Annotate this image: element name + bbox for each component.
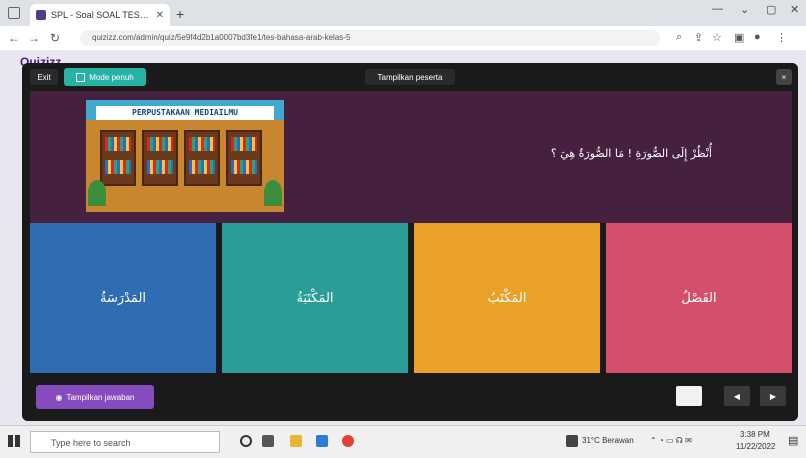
bookmark-icon[interactable]: ☆ — [712, 31, 722, 44]
toggle-control[interactable] — [676, 386, 702, 406]
modal-header: Exit Mode penuh Tampilkan peserta × — [22, 63, 798, 91]
share-icon[interactable]: ⇪ — [694, 31, 703, 44]
show-participants-button[interactable]: Tampilkan peserta — [365, 69, 455, 85]
clock-time: 3:38 PM — [740, 430, 770, 439]
show-answer-button[interactable]: ◉ Tampilkan jawaban — [36, 385, 154, 409]
taskbar-search-input[interactable]: Type here to search — [30, 431, 220, 453]
chrome-icon[interactable] — [342, 435, 354, 447]
tab-title: SPL - Soal SOAL TEST Bahasa — [51, 10, 151, 20]
browser-tab-strip: SPL - Soal SOAL TEST Bahasa ✕ + — ⌄ ▢ ✕ — [0, 0, 806, 26]
forward-icon[interactable]: → — [28, 31, 40, 45]
bookshelf — [100, 130, 136, 186]
show-answer-label: Tampilkan jawaban — [66, 392, 135, 402]
windows-taskbar: Type here to search 31°C Berawan ⌃ ◔ ▭ ☊… — [0, 425, 806, 458]
new-tab-icon[interactable]: + — [176, 6, 184, 22]
profile-icon[interactable]: ● — [754, 31, 761, 43]
close-modal-button[interactable]: × — [776, 69, 792, 85]
chevron-down-icon[interactable]: ⌄ — [740, 3, 749, 16]
answer-option-4[interactable]: الفَصْلُ — [606, 223, 792, 373]
maximize-icon[interactable]: ▢ — [766, 3, 776, 16]
bookshelf — [226, 130, 262, 186]
extensions-icon[interactable]: ▣ — [734, 31, 744, 44]
question-area: PERPUSTAKAAN MEDIAILMU أُنْظُرْ إِلَى ال… — [30, 91, 792, 223]
question-image: PERPUSTAKAAN MEDIAILMU — [86, 100, 284, 212]
answer-option-3[interactable]: المَكْتَبُ — [414, 223, 600, 373]
question-preview-modal: Exit Mode penuh Tampilkan peserta × PERP… — [22, 63, 798, 421]
answer-option-1[interactable]: المَدْرَسَةُ — [30, 223, 216, 373]
task-view-icon[interactable] — [262, 435, 274, 447]
fullscreen-icon — [76, 72, 86, 82]
address-bar-row: ← → ↻ quizizz.com/admin/quiz/5e9f4d2b1a0… — [0, 26, 806, 51]
library-sign: PERPUSTAKAAN MEDIAILMU — [96, 106, 274, 120]
modal-footer: ◉ Tampilkan jawaban ◀ ▶ — [22, 373, 798, 421]
windows-start-icon[interactable] — [8, 435, 20, 447]
eye-icon: ◉ — [55, 392, 63, 402]
zoom-icon[interactable]: ⌕ — [676, 31, 682, 44]
minimize-icon[interactable]: — — [712, 3, 723, 15]
tab-close-icon[interactable]: ✕ — [156, 10, 164, 21]
fullscreen-button[interactable]: Mode penuh — [64, 68, 146, 86]
previous-button[interactable]: ◀ — [724, 386, 750, 406]
clock-date: 11/22/2022 — [736, 442, 776, 451]
notifications-icon[interactable]: ▤ — [788, 434, 798, 447]
browser-tab[interactable]: SPL - Soal SOAL TEST Bahasa ✕ — [30, 4, 170, 26]
weather-icon — [566, 435, 578, 447]
site-favicon-icon — [36, 10, 46, 20]
close-window-icon[interactable]: ✕ — [790, 3, 799, 16]
system-tray-icons[interactable]: ⌃ ◔ ▭ ☊ ✉ — [650, 436, 692, 445]
reload-icon[interactable]: ↻ — [50, 31, 60, 45]
bookshelf — [184, 130, 220, 186]
cortana-icon[interactable] — [240, 435, 252, 447]
weather-text: 31°C Berawan — [582, 436, 634, 445]
mail-icon[interactable] — [316, 435, 328, 447]
url-field[interactable]: quizizz.com/admin/quiz/5e9f4d2b1a0007bd3… — [80, 30, 660, 46]
fullscreen-label: Mode penuh — [89, 72, 134, 82]
question-text: أُنْظُرْ إِلَى الصُّورَةِ ! مَا الصُّورَ… — [550, 147, 712, 160]
next-button[interactable]: ▶ — [760, 386, 786, 406]
exit-button[interactable]: Exit — [30, 69, 58, 85]
file-explorer-icon[interactable] — [290, 435, 302, 447]
answer-option-2[interactable]: المَكْتَبَةُ — [222, 223, 408, 373]
plant — [264, 180, 282, 206]
plant — [88, 180, 106, 206]
back-icon[interactable]: ← — [8, 31, 20, 45]
menu-icon[interactable]: ⋮ — [776, 31, 787, 44]
tab-actions-icon[interactable] — [8, 7, 20, 19]
bookshelf — [142, 130, 178, 186]
answer-options: المَدْرَسَةُ المَكْتَبَةُ المَكْتَبُ الف… — [30, 223, 792, 373]
